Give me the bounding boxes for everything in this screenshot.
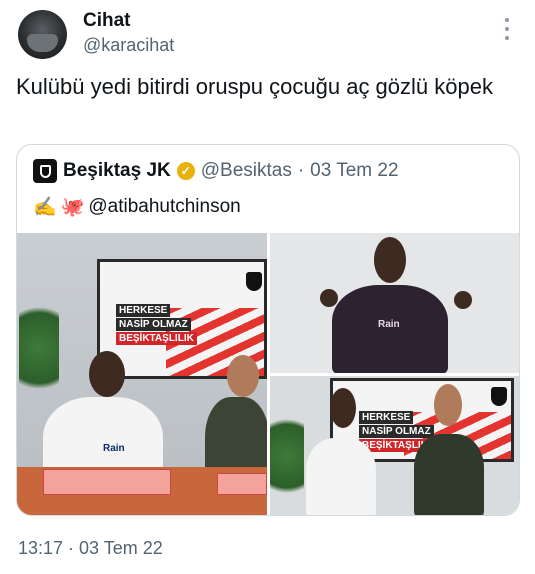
banner-line-2: NASİP OLMAZ [116, 318, 191, 331]
media-image-signing[interactable]: HERKESE NASİP OLMAZ BEŞİKTAŞLILIK Rain [17, 233, 267, 515]
octopus-emoji: 🐙 [60, 197, 85, 218]
tweet-author-avatar[interactable] [18, 10, 67, 59]
writing-hand-emoji: ✍️ [33, 197, 57, 218]
banner-line-3: BEŞİKTAŞLILIK [116, 332, 197, 345]
tweet-text: Kulübü yedi bitirdi oruspu çocuğu aç göz… [16, 74, 493, 99]
contract-folder-right [217, 473, 267, 495]
author-handle[interactable]: @karacihat [83, 35, 174, 56]
media-image-handshake[interactable]: HERKESE NASİP OLMAZ BEŞİKTAŞLILIK [270, 376, 519, 515]
celebration-player-head [374, 237, 406, 283]
quoted-tweet-header: Beşiktaş JK ✓ @Besiktas · 03 Tem 22 [33, 159, 399, 183]
quoted-author-name[interactable]: Beşiktaş JK [63, 160, 171, 182]
media-image-celebration[interactable]: Rain [270, 233, 519, 373]
right-fist [454, 291, 472, 309]
verified-badge-icon: ✓ [176, 162, 195, 180]
banner2-line-2: NASİP OLMAZ [359, 425, 434, 438]
contract-folder-left [43, 469, 171, 495]
sponsor-text-1: Rain [103, 443, 125, 454]
player-head [89, 351, 125, 397]
left-fist [320, 289, 338, 307]
plant-2 [270, 406, 304, 506]
club-crest-2 [491, 387, 507, 406]
official-head [227, 355, 259, 397]
handshake-official-head [434, 384, 462, 426]
quoted-tweet-card[interactable]: Beşiktaş JK ✓ @Besiktas · 03 Tem 22 ✍️ 🐙… [16, 144, 520, 516]
plant [19, 293, 59, 403]
club-crest [246, 272, 262, 291]
tweet-timestamp[interactable]: 13:17 · 03 Tem 22 [18, 538, 163, 559]
media-grid: HERKESE NASİP OLMAZ BEŞİKTAŞLILIK Rain R… [17, 233, 519, 515]
handshake-official-body [414, 434, 484, 515]
quoted-author-handle[interactable]: @Besiktas [201, 160, 292, 182]
handshake-player-body [306, 438, 376, 515]
author-display-name[interactable]: Cihat [83, 10, 131, 32]
quoted-tweet-text: ✍️ 🐙 @atibahutchinson [33, 195, 241, 219]
mention-link[interactable]: @atibahutchinson [88, 196, 240, 218]
more-options-icon[interactable] [503, 18, 511, 40]
banner2-line-1: HERKESE [359, 411, 414, 424]
separator-dot: · [297, 160, 305, 181]
sponsor-text-2: Rain [378, 319, 400, 330]
besiktas-logo-icon [33, 159, 57, 183]
handshake-player-head [330, 388, 356, 428]
quoted-date: 03 Tem 22 [310, 160, 399, 181]
banner-line-1: HERKESE [116, 304, 171, 317]
